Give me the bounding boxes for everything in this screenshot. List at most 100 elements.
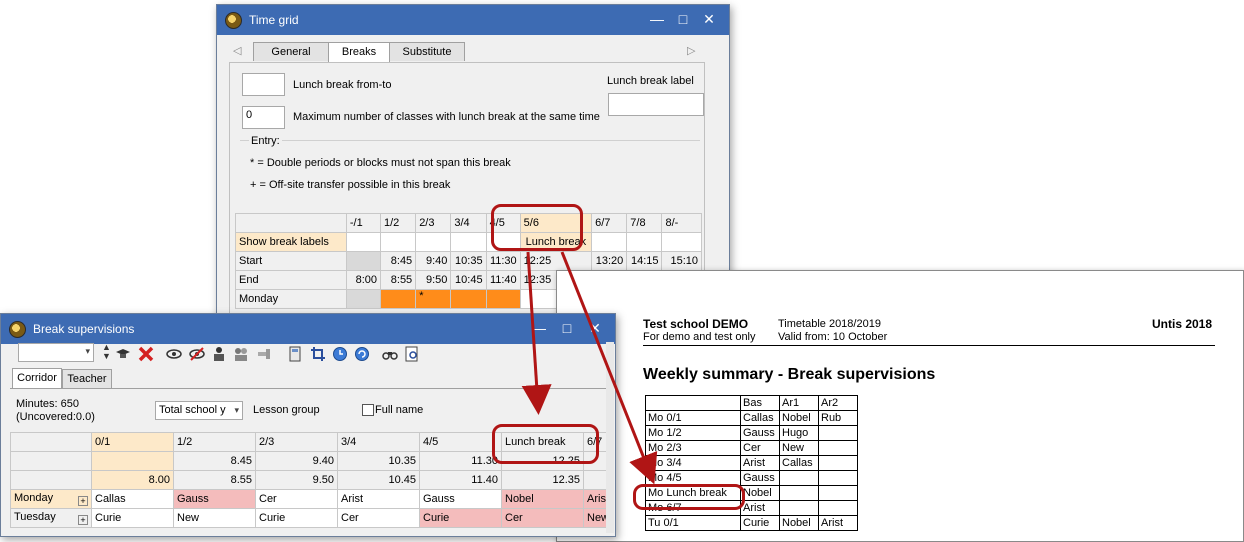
expand-plus-icon[interactable]: +	[78, 496, 88, 506]
sup-cell[interactable]: Gauss	[173, 489, 256, 509]
maximize-button[interactable]: □	[557, 319, 577, 337]
tab-teacher[interactable]: Teacher	[62, 369, 112, 388]
grid-cell[interactable]: 9:40	[415, 251, 452, 271]
report-heading: Weekly summary - Break supervisions	[643, 366, 936, 383]
minimize-button[interactable]: —	[529, 319, 549, 337]
grid-cell[interactable]	[379, 232, 417, 252]
tab-general[interactable]: General	[253, 42, 329, 61]
sup-cell[interactable]: Cer	[501, 508, 584, 528]
eye-hidden-icon[interactable]	[189, 346, 205, 362]
sup-cell[interactable]: New	[583, 508, 606, 528]
grid-cell[interactable]: 8:55	[379, 270, 417, 290]
close-button[interactable]: ✕	[585, 319, 605, 337]
full-name-label: Full name	[375, 404, 424, 416]
teacher-icon[interactable]	[211, 346, 227, 362]
report-cell: New	[779, 440, 819, 456]
report-school-sub: For demo and test only	[643, 331, 756, 343]
entry-group	[240, 140, 700, 201]
report-divider	[643, 345, 1215, 346]
grid-cell[interactable]	[591, 232, 628, 252]
lunch-label-input[interactable]	[608, 93, 704, 116]
minimize-button[interactable]: —	[647, 10, 667, 28]
title-bar: Time grid — □ ✕	[217, 5, 729, 35]
maximize-button[interactable]: □	[673, 10, 693, 28]
sup-cell[interactable]: Cer	[255, 489, 338, 509]
grid-cell[interactable]	[485, 289, 521, 309]
print-preview-icon[interactable]	[404, 346, 420, 362]
sup-cell[interactable]: Nobel	[501, 489, 584, 509]
users-icon[interactable]	[233, 346, 249, 362]
report-table: Bas Ar1 Ar2 Mo 0/1 Callas Nobel Rub Mo 1/2 G…	[645, 395, 858, 531]
grid-cell[interactable]: 14:15	[626, 251, 663, 271]
grid-cell[interactable]: 8:00	[345, 270, 382, 290]
grid-cell[interactable]: 10:45	[450, 270, 487, 290]
transfer-icon[interactable]	[256, 346, 272, 362]
day-label-text: Monday	[14, 492, 54, 504]
chevron-down-icon: ▾	[85, 346, 90, 356]
sup-cell[interactable]: New	[173, 508, 256, 528]
full-name-checkbox[interactable]	[362, 404, 374, 416]
max-classes-input[interactable]: 0	[242, 106, 285, 129]
sup-cell[interactable]: Cer	[337, 508, 420, 528]
tab-scroll-right-icon[interactable]: ▷	[687, 44, 695, 57]
sup-cell[interactable]: Curie	[255, 508, 338, 528]
grid-cell[interactable]: 10:35	[450, 251, 487, 271]
expand-plus-icon[interactable]: +	[78, 515, 88, 525]
tab-corridor[interactable]: Corridor	[12, 368, 62, 388]
toolbar-select[interactable]: ▾	[18, 343, 94, 362]
grid-cell[interactable]	[415, 232, 452, 252]
lesson-group-label: Lesson group	[253, 404, 320, 416]
refresh-icon[interactable]	[354, 346, 370, 362]
grid-cell[interactable]: 9:50	[415, 270, 452, 290]
close-button[interactable]: ✕	[699, 10, 719, 28]
grid-cell[interactable]	[345, 251, 382, 271]
sup-tuesday-row: Tuesday + Curie New Curie Cer Curie Cer N…	[10, 508, 606, 528]
vertical-scrollbar[interactable]	[606, 342, 614, 533]
crop-icon[interactable]	[310, 346, 326, 362]
grid-header-cell: 8/-	[661, 213, 702, 233]
grid-cell[interactable]: 13:20	[591, 251, 628, 271]
grid-cell[interactable]	[450, 232, 487, 252]
grid-cell[interactable]: 12:25	[519, 251, 593, 271]
graduation-cap-icon[interactable]	[115, 346, 131, 362]
grid-header-cell: 2/3	[415, 213, 452, 233]
grid-cell[interactable]: 15:10	[661, 251, 702, 271]
sup-cell: 9.40	[255, 451, 338, 471]
eye-icon[interactable]	[166, 346, 182, 362]
grid-cell[interactable]	[379, 289, 417, 309]
grid-cell[interactable]	[661, 232, 702, 252]
tab-breaks[interactable]: Breaks	[328, 42, 390, 62]
lunch-from-to-input[interactable]	[242, 73, 285, 96]
up-down-arrows-icon[interactable]: ▲ ▼	[102, 343, 111, 361]
report-row: Mo 2/3 Cer New	[645, 440, 858, 456]
binoculars-icon[interactable]	[382, 346, 398, 362]
sup-cell: 8.55	[173, 470, 256, 490]
grid-cell[interactable]: 11:30	[485, 251, 521, 271]
grid-cell[interactable]	[450, 289, 487, 309]
report-cell: Callas	[779, 455, 819, 471]
period-select[interactable]: Total school y ▾	[155, 401, 243, 420]
sup-header-cell: 2/3	[255, 432, 338, 452]
report-cell	[818, 500, 858, 516]
tab-substitute[interactable]: Substitute	[389, 42, 465, 61]
grid-cell[interactable]: 11:40	[485, 270, 521, 290]
report-cell	[818, 440, 858, 456]
report-row: Mo 1/2 Gauss Hugo	[645, 425, 858, 441]
delete-icon[interactable]	[138, 346, 154, 362]
sup-cell[interactable]: Arist	[337, 489, 420, 509]
grid-cell[interactable]	[345, 232, 382, 252]
sup-cell[interactable]: Curie	[91, 508, 174, 528]
sup-cell[interactable]: Aris	[583, 489, 606, 509]
clock-icon[interactable]	[332, 346, 348, 362]
grid-cell[interactable]: *	[415, 289, 452, 309]
sup-cell[interactable]: Callas	[91, 489, 174, 509]
grid-cell[interactable]	[626, 232, 663, 252]
sup-cell[interactable]: Curie	[419, 508, 502, 528]
grid-header-cell: -/1	[345, 213, 382, 233]
sup-cell: 11.40	[419, 470, 502, 490]
tab-scroll-left-icon[interactable]: ◁	[233, 44, 241, 57]
grid-cell[interactable]: 8:45	[379, 251, 417, 271]
sup-cell[interactable]: Gauss	[419, 489, 502, 509]
grid-cell[interactable]	[345, 289, 382, 309]
calculator-icon[interactable]	[287, 346, 303, 362]
